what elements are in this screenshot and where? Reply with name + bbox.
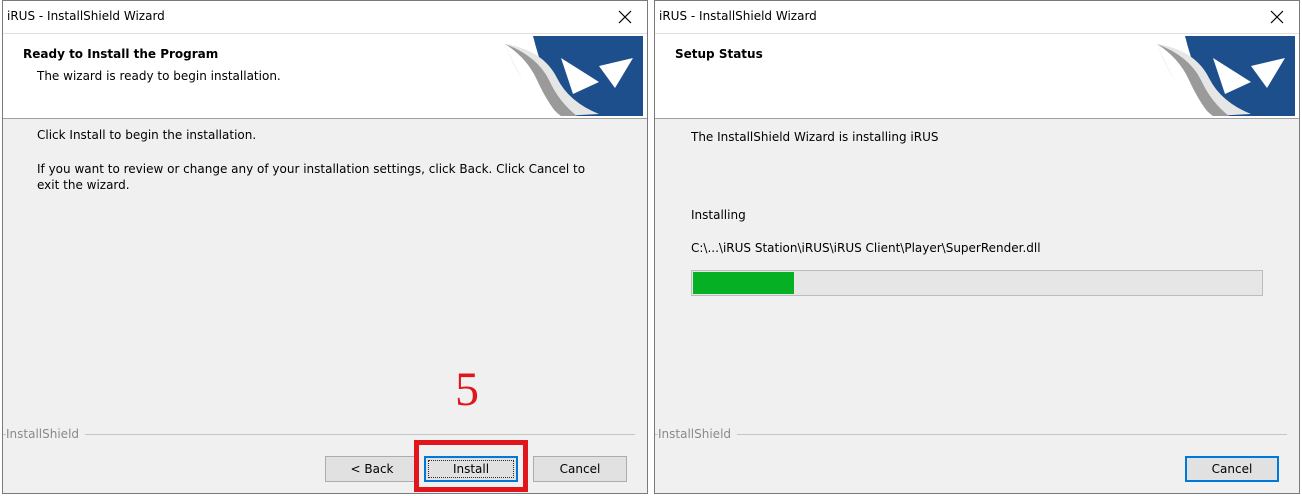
divider-rule bbox=[655, 434, 1287, 435]
title-bar: iRUS - InstallShield Wizard bbox=[3, 1, 647, 34]
installshield-logo-icon bbox=[505, 36, 643, 116]
wizard-content: The InstallShield Wizard is installing i… bbox=[655, 119, 1299, 419]
installshield-brand: InstallShield bbox=[658, 426, 738, 442]
divider-rule bbox=[3, 434, 635, 435]
focus-rect bbox=[428, 460, 514, 478]
wizard-window-status: iRUS - InstallShield Wizard Setup Status… bbox=[654, 0, 1300, 494]
wizard-content: Click Install to begin the installation.… bbox=[3, 119, 647, 419]
wizard-header: Ready to Install the Program The wizard … bbox=[3, 34, 647, 119]
instruction-text-line3: exit the wizard. bbox=[37, 178, 130, 192]
header-title: Setup Status bbox=[675, 47, 763, 61]
cancel-button[interactable]: Cancel bbox=[1185, 456, 1279, 482]
cancel-button-label: Cancel bbox=[1211, 462, 1253, 476]
title-bar: iRUS - InstallShield Wizard bbox=[655, 1, 1299, 34]
window-title: iRUS - InstallShield Wizard bbox=[659, 9, 817, 23]
back-button[interactable]: < Back bbox=[325, 456, 419, 482]
step-number-annotation: 5 bbox=[455, 363, 479, 416]
instruction-text: Click Install to begin the installation. bbox=[37, 128, 257, 142]
close-icon bbox=[1270, 10, 1284, 24]
close-icon bbox=[618, 10, 632, 24]
installshield-divider: InstallShield bbox=[655, 426, 1287, 442]
action-label: Installing bbox=[691, 208, 746, 222]
current-file-path: C:\...\iRUS Station\iRUS\iRUS Client\Pla… bbox=[691, 241, 1041, 255]
wizard-header: Setup Status bbox=[655, 34, 1299, 119]
close-button[interactable] bbox=[603, 1, 647, 33]
installshield-brand: InstallShield bbox=[6, 426, 86, 442]
close-button[interactable] bbox=[1255, 1, 1299, 33]
progress-fill bbox=[693, 272, 794, 294]
install-button[interactable]: Install bbox=[424, 456, 518, 482]
installshield-logo-icon bbox=[1157, 36, 1295, 116]
progress-bar bbox=[691, 270, 1263, 296]
cancel-button[interactable]: Cancel bbox=[533, 456, 627, 482]
window-title: iRUS - InstallShield Wizard bbox=[7, 9, 165, 23]
installshield-divider: InstallShield bbox=[3, 426, 635, 442]
wizard-window-ready: iRUS - InstallShield Wizard Ready to Ins… bbox=[2, 0, 648, 494]
instruction-text-line2: If you want to review or change any of y… bbox=[37, 162, 586, 176]
status-text: The InstallShield Wizard is installing i… bbox=[691, 130, 939, 144]
header-title: Ready to Install the Program bbox=[23, 47, 219, 61]
header-subtitle: The wizard is ready to begin installatio… bbox=[37, 69, 281, 83]
